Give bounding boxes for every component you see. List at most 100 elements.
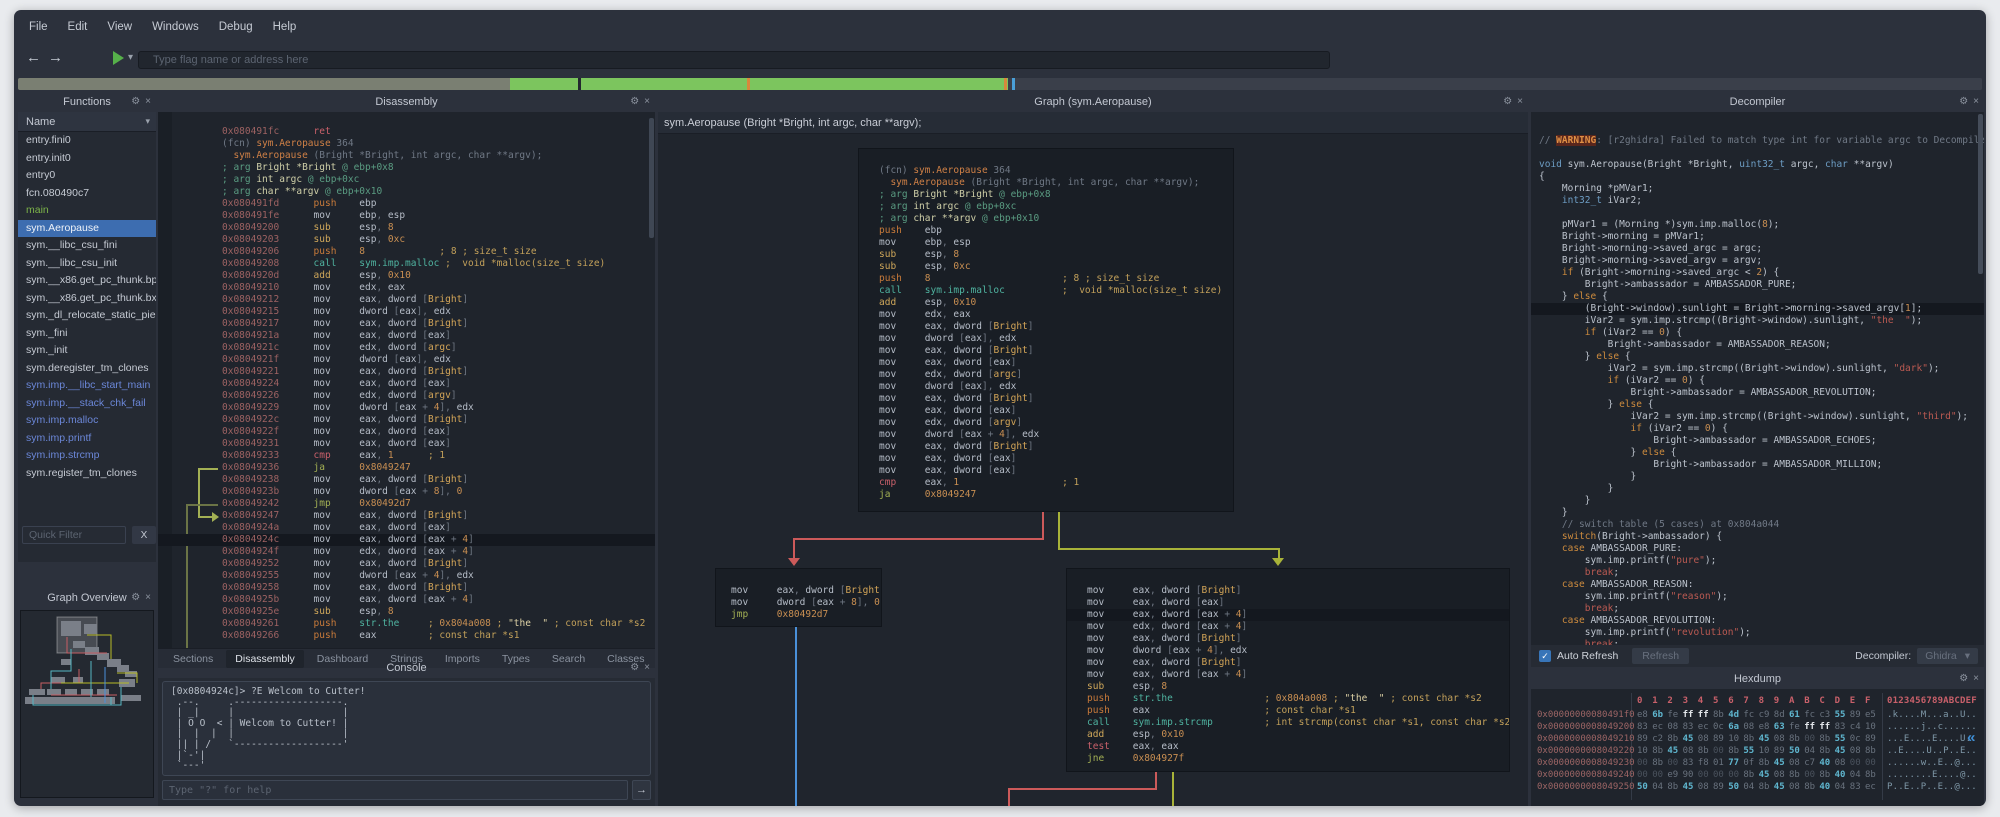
asm-line[interactable]: 0x08049208 call sym.imp.malloc ; void *m…	[158, 258, 655, 270]
asm-line[interactable]: 0x0804921c mov edx, dword [argc]	[158, 342, 655, 354]
asm-line[interactable]: mov edx, dword [argc]	[859, 369, 1233, 381]
decompiler-line[interactable]: }	[1531, 483, 1984, 495]
hex-row[interactable]: 0x00000000080491f0e86bfeffff8b4dfcc98d61…	[1531, 709, 1984, 721]
decompiler-line[interactable]: // switch table (5 cases) at 0x804a044	[1531, 519, 1984, 531]
hex-row[interactable]: 0x000000000804925050048b45088950048b4508…	[1531, 781, 1984, 793]
graph-node-false-branch[interactable]: mov eax, dword [Bright]mov dword [eax + …	[715, 568, 882, 627]
functions-column-header[interactable]: Name ▾	[18, 112, 156, 132]
omnibar-input[interactable]	[138, 51, 1330, 69]
asm-line[interactable]: mov edx, dword [eax + 4]	[1067, 621, 1509, 633]
hex-row[interactable]: 0x0000000008049230008b0083f801770f8b4508…	[1531, 757, 1984, 769]
close-icon[interactable]: ×	[644, 97, 650, 107]
close-icon[interactable]: ×	[145, 593, 151, 603]
asm-line[interactable]: mov eax, dword [eax + 4]	[1067, 669, 1509, 681]
function-item[interactable]: entry.init0	[18, 150, 156, 168]
close-icon[interactable]: ×	[1973, 97, 1979, 107]
function-item[interactable]: sym.imp.strcmp	[18, 447, 156, 465]
function-item[interactable]: sym.__x86.get_pc_thunk.bp	[18, 272, 156, 290]
asm-line[interactable]: 0x080491fe mov ebp, esp	[158, 210, 655, 222]
decompiler-line[interactable]: }	[1531, 471, 1984, 483]
decompiler-line[interactable]: Bright->morning = pMVar1;	[1531, 231, 1984, 243]
decompiler-line[interactable]: if (iVar2 == 0) {	[1531, 327, 1984, 339]
function-item[interactable]: sym.deregister_tm_clones	[18, 360, 156, 378]
asm-line[interactable]: sub esp, 8	[859, 249, 1233, 261]
close-icon[interactable]: ×	[145, 97, 151, 107]
decompiler-line[interactable]: } else {	[1531, 291, 1984, 303]
decompiler-line[interactable]: // WARNING: [r2ghidra] Failed to match t…	[1531, 135, 1984, 147]
decompiler-line[interactable]: sym.imp.printf("revolution");	[1531, 627, 1984, 639]
asm-line[interactable]: sub esp, 0xc	[859, 261, 1233, 273]
asm-line[interactable]: 0x0804925b mov eax, dword [eax + 4]	[158, 594, 655, 606]
decompiler-engine-select[interactable]: Ghidra ▾	[1917, 648, 1978, 664]
asm-line[interactable]: 0x0804923b mov dword [eax + 8], 0	[158, 486, 655, 498]
function-item[interactable]: sym._fini	[18, 325, 156, 343]
asm-line[interactable]: sym.Aeropause (Bright *Bright, int argc,…	[158, 150, 655, 162]
function-item[interactable]: main	[18, 202, 156, 220]
menu-item-debug[interactable]: Debug	[210, 17, 262, 37]
asm-line[interactable]: 0x08049236 ja 0x8049247	[158, 462, 655, 474]
asm-line[interactable]: mov edx, eax	[859, 309, 1233, 321]
decompiler-line[interactable]: case AMBASSADOR_REASON:	[1531, 579, 1984, 591]
decompiler-line[interactable]: if (iVar2 == 0) {	[1531, 375, 1984, 387]
menu-item-view[interactable]: View	[98, 17, 141, 37]
asm-line[interactable]: mov dword [eax], edx	[859, 333, 1233, 345]
asm-line[interactable]: push str.the ; 0x804a008 ; "the " ; cons…	[1067, 693, 1509, 705]
asm-line[interactable]: call sym.imp.malloc ; void *malloc(size_…	[859, 285, 1233, 297]
asm-line[interactable]: 0x08049203 sub esp, 0xc	[158, 234, 655, 246]
graph-overview-minimap[interactable]	[20, 610, 154, 798]
decompiler-line[interactable]: case AMBASSADOR_REVOLUTION:	[1531, 615, 1984, 627]
function-item[interactable]: sym.imp.__libc_start_main	[18, 377, 156, 395]
decompiler-line[interactable]: Bright->morning->saved_argc = argc;	[1531, 243, 1984, 255]
asm-line[interactable]: test eax, eax	[1067, 741, 1509, 753]
asm-line[interactable]: ja 0x8049247	[859, 489, 1233, 501]
asm-line[interactable]: add esp, 0x10	[859, 297, 1233, 309]
decompiler-line[interactable]: if (iVar2 == 0) {	[1531, 423, 1984, 435]
decompiler-line[interactable]: iVar2 = sym.imp.strcmp((Bright->window).…	[1531, 411, 1984, 423]
hex-row[interactable]: 0x000000000804921089c28b450889108b45088b…	[1531, 733, 1984, 745]
asm-line[interactable]: mov ebp, esp	[859, 237, 1233, 249]
gear-icon[interactable]: ⚙	[630, 97, 639, 107]
asm-line[interactable]: jne 0x804927f	[1067, 753, 1509, 765]
play-caret-icon[interactable]: ▾	[128, 52, 133, 63]
decompiler-line[interactable]: }	[1531, 507, 1984, 519]
asm-line[interactable]: 0x08049224 mov eax, dword [eax]	[158, 378, 655, 390]
asm-line[interactable]: ; arg char **argv @ ebp+0x10	[158, 186, 655, 198]
decompiler-line[interactable]: } else {	[1531, 447, 1984, 459]
graph-node-entry[interactable]: (fcn) sym.Aeropause 364 sym.Aeropause (B…	[858, 148, 1234, 512]
collapse-chevrons-icon[interactable]: «	[1967, 729, 1975, 746]
asm-line[interactable]: sub esp, 8	[1067, 681, 1509, 693]
asm-line[interactable]: 0x08049242 jmp 0x80492d7	[158, 498, 655, 510]
play-icon[interactable]	[113, 51, 124, 65]
asm-line[interactable]: mov dword [eax + 4], edx	[1067, 645, 1509, 657]
quick-filter-clear-button[interactable]: X	[132, 526, 156, 544]
function-item[interactable]: entry0	[18, 167, 156, 185]
graph-canvas[interactable]: (fcn) sym.Aeropause 364 sym.Aeropause (B…	[658, 134, 1528, 806]
asm-line[interactable]: sym.Aeropause (Bright *Bright, int argc,…	[859, 177, 1233, 189]
asm-line[interactable]: mov eax, dword [Bright]	[859, 393, 1233, 405]
asm-line[interactable]: mov eax, dword [eax]	[859, 357, 1233, 369]
decompiler-line[interactable]: iVar2 = sym.imp.strcmp((Bright->window).…	[1531, 363, 1984, 375]
asm-line[interactable]: mov eax, dword [Bright]	[859, 441, 1233, 453]
gear-icon[interactable]: ⚙	[131, 593, 140, 603]
gear-icon[interactable]: ⚙	[1503, 97, 1512, 107]
decompiler-line[interactable]: Bright->ambassador = AMBASSADOR_PURE;	[1531, 279, 1984, 291]
asm-line[interactable]: 0x0804924f mov edx, dword [eax + 4]	[158, 546, 655, 558]
graph-node-true-branch[interactable]: mov eax, dword [Bright]mov eax, dword [e…	[1066, 568, 1510, 772]
menu-item-windows[interactable]: Windows	[143, 17, 208, 37]
close-icon[interactable]: ×	[644, 663, 650, 673]
asm-line[interactable]: 0x0804924a mov eax, dword [eax]	[158, 522, 655, 534]
decompiler-line[interactable]: Bright->morning->saved_argv = argv;	[1531, 255, 1984, 267]
auto-refresh-checkbox[interactable]: ✓	[1539, 650, 1551, 662]
decompiler-line[interactable]: void sym.Aeropause(Bright *Bright, uint3…	[1531, 159, 1984, 171]
asm-line[interactable]: 0x080491fd push ebp	[158, 198, 655, 210]
decompiler-line[interactable]: } else {	[1531, 351, 1984, 363]
asm-line[interactable]: 0x08049258 mov eax, dword [Bright]	[158, 582, 655, 594]
quick-filter-input[interactable]	[22, 526, 126, 544]
asm-line[interactable]: mov dword [eax + 4], edx	[859, 429, 1233, 441]
decompiler-line[interactable]: int32_t iVar2;	[1531, 195, 1984, 207]
asm-line[interactable]: 0x0804925e sub esp, 8	[158, 606, 655, 618]
asm-line[interactable]: 0x08049212 mov eax, dword [Bright]	[158, 294, 655, 306]
asm-line[interactable]: 0x0804924c mov eax, dword [eax + 4]	[158, 534, 655, 546]
decompiler-line[interactable]: Bright->ambassador = AMBASSADOR_REASON;	[1531, 339, 1984, 351]
asm-line[interactable]: mov eax, dword [eax]	[859, 453, 1233, 465]
